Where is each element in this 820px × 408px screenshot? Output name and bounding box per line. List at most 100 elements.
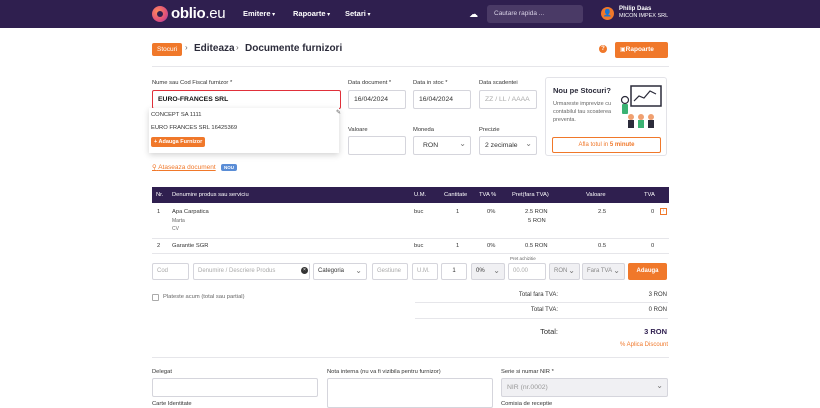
total-without-vat-label: Total fara TVA:	[518, 292, 558, 298]
internal-note-textarea[interactable]	[327, 378, 493, 408]
suggestion-item[interactable]: CONCEPT SA 1111	[149, 108, 339, 121]
row-tva: 0%	[487, 209, 496, 215]
total-without-vat: 3 RON	[648, 292, 667, 298]
due-date-label: Data scadentei	[479, 80, 518, 86]
logo[interactable]: oblio.eu	[152, 5, 226, 22]
help-icon[interactable]: ?	[599, 45, 607, 53]
add-supplier-button[interactable]: + Adauga Furnizor	[151, 137, 206, 147]
doc-date-label: Data document *	[348, 80, 392, 86]
gestiune-input[interactable]: Gestiune	[372, 263, 408, 280]
row-name: Garantie SGR	[172, 243, 209, 249]
promo-card: Nou pe Stocuri? Urmareste imprevize cu c…	[545, 77, 667, 156]
stock-date-input[interactable]: 16/04/2024	[413, 90, 471, 109]
row-nr: 2	[157, 243, 161, 249]
price-label: Pret achizitie	[510, 256, 536, 261]
precision-select[interactable]: 2 zecimale	[479, 136, 537, 155]
precision-label: Precizie	[479, 127, 500, 133]
product-name-input[interactable]: Denumire / Descriere Produs	[193, 263, 310, 280]
tva-type-select[interactable]: Fara TVA	[582, 263, 625, 280]
row-price-alt: 5 RON	[528, 218, 546, 224]
currency-select[interactable]: RON	[413, 136, 471, 155]
col-tva: TVA %	[479, 192, 497, 198]
apply-discount-link[interactable]: % Aplica Discount	[620, 342, 668, 348]
search-input[interactable]: Cautare rapida ...	[487, 5, 583, 23]
col-tva-value: TVA	[644, 192, 655, 198]
paid-now-checkbox[interactable]	[152, 294, 159, 301]
row-tva: 0%	[487, 243, 496, 249]
col-price: Pret(fara TVA)	[512, 192, 549, 198]
note-label: Nota interna (nu va fi vizibila pentru f…	[327, 369, 441, 375]
row-nr: 1	[157, 209, 161, 215]
expand-icon[interactable]: ›	[660, 208, 667, 215]
total-label: Total:	[540, 327, 558, 336]
col-value: Valoare	[586, 192, 606, 198]
um-input[interactable]: U.M.	[412, 263, 438, 280]
row-value: 0.5	[598, 243, 607, 249]
table-header: Nr. Denumire produs sau serviciu U.M. Ca…	[152, 187, 669, 203]
row-qty: 1	[456, 243, 460, 249]
divider	[415, 302, 668, 303]
id-card-label: Carte Identitate	[152, 401, 192, 407]
edit-icon[interactable]: ✎	[336, 109, 341, 116]
stock-date-label: Data in stoc *	[413, 80, 448, 86]
breadcrumb-stocuri[interactable]: Stocuri	[152, 43, 183, 56]
clear-icon[interactable]: ×	[301, 267, 308, 274]
commission-label: Comisia de receptie	[501, 401, 553, 407]
category-select[interactable]: Categoria	[313, 263, 367, 280]
nav-rapoarte[interactable]: Rapoarte	[293, 9, 330, 18]
col-um: U.M.	[414, 192, 427, 198]
row-um: buc	[414, 209, 424, 215]
user-menu[interactable]: Philip Daas MICON IMPEX SRL	[619, 6, 668, 20]
page-title: Documente furnizori	[245, 43, 343, 54]
row-qty: 1	[456, 209, 460, 215]
supplier-dropdown: CONCEPT SA 1111 EURO FRANCES SRL 1642536…	[149, 108, 339, 153]
chevron-right-icon: ›	[185, 43, 188, 52]
logo-icon	[152, 5, 168, 22]
delegat-input[interactable]	[152, 378, 318, 397]
paperclip-icon: ⚲	[152, 164, 157, 171]
rapoarte-button[interactable]: Rapoarte	[615, 42, 668, 58]
nir-label: Serie si numar NIR *	[501, 369, 554, 375]
new-badge: NOU	[221, 164, 237, 171]
price-input[interactable]: 00.00	[508, 263, 546, 280]
suggestion-item[interactable]: EURO FRANCES SRL 16425369	[149, 121, 339, 134]
learn-more-button[interactable]: Afla totul in 5 minute	[552, 137, 661, 153]
doc-date-input[interactable]: 16/04/2024	[348, 90, 406, 109]
value-input[interactable]	[348, 136, 406, 155]
supplier-input[interactable]: EURO-FRANCES SRL	[152, 90, 341, 109]
breadcrumb-edit: Editeaza	[194, 43, 235, 54]
code-input[interactable]: Cod	[152, 263, 189, 280]
quantity-input[interactable]: 1	[441, 263, 467, 280]
row-desc: CV	[172, 226, 179, 232]
chevron-right-icon: ›	[236, 43, 239, 52]
divider	[152, 238, 669, 239]
divider	[152, 357, 669, 358]
promo-text: Urmareste imprevize cu contabilul tau sc…	[553, 101, 612, 123]
row-name: Apa Carpatica	[172, 209, 209, 215]
col-name: Denumire produs sau serviciu	[172, 192, 249, 198]
tva-select[interactable]: 0%	[471, 263, 505, 280]
divider	[415, 318, 668, 319]
attach-link[interactable]: ⚲ Ataseaza document	[152, 163, 216, 171]
currency-select-row[interactable]: RON	[549, 263, 580, 280]
cloud-icon[interactable]: ☁	[469, 9, 478, 20]
row-tva-value: 0	[651, 243, 655, 249]
row-desc: Marta	[172, 218, 185, 224]
row-tva-value: 0	[651, 209, 655, 215]
total-vat-label: Total TVA:	[530, 307, 558, 313]
row-value: 2.5	[598, 209, 607, 215]
currency-label: Moneda	[413, 127, 434, 133]
col-nr: Nr.	[156, 192, 164, 198]
delegat-label: Delegat	[152, 369, 172, 375]
nav-emitere[interactable]: Emitere	[243, 9, 275, 18]
row-price: 0.5 RON	[525, 243, 548, 249]
add-item-button[interactable]: Adauga	[628, 263, 667, 280]
user-icon[interactable]: 👤	[601, 7, 614, 20]
nir-select[interactable]: NIR (nr.0002)	[501, 378, 668, 397]
total-vat: 0 RON	[648, 307, 667, 313]
row-um: buc	[414, 243, 424, 249]
due-date-input[interactable]: ZZ / LL / AAAA	[479, 90, 537, 109]
total-value: 3 RON	[644, 327, 667, 336]
row-price: 2.5 RON	[525, 209, 548, 215]
nav-setari[interactable]: Setari	[345, 9, 371, 18]
